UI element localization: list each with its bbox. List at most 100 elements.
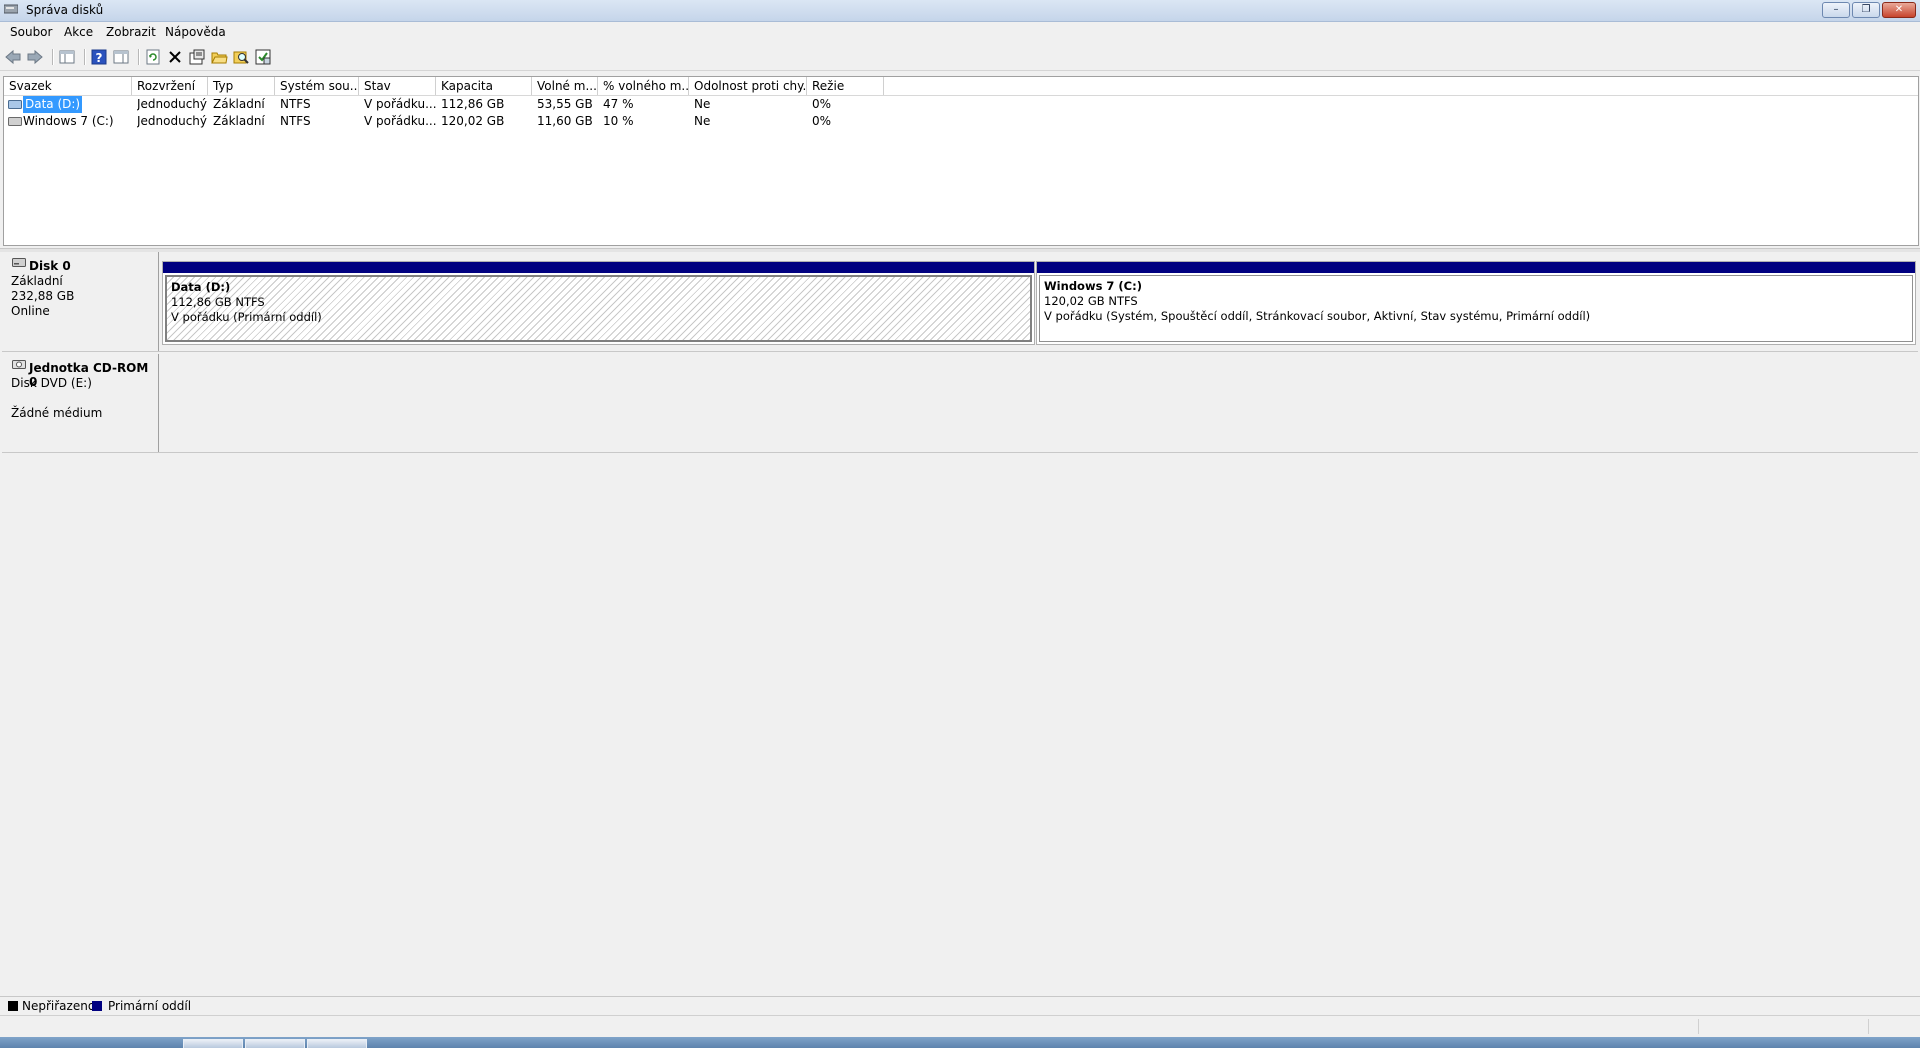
volume-list: Svazek Rozvržení Typ Systém sou... Stav … [3,76,1919,246]
cdrom-drive-icon [12,360,26,369]
partition-body: Data (D:) 112,86 GB NTFS V pořádku (Prim… [165,275,1032,342]
column-header-rozvrzeni[interactable]: Rozvržení [132,77,208,95]
taskbar-button[interactable] [183,1039,243,1048]
menu-soubor[interactable]: Soubor [10,25,52,39]
open-icon[interactable] [210,48,228,66]
svg-text:?: ? [96,51,103,65]
disk-type: Základní [11,274,63,288]
disk-label-cdrom0[interactable]: Jednotka CD-ROM 0 Disk DVD (E:) Žádné mé… [2,354,159,452]
volume-fault-tolerance: Ne [694,97,711,111]
volume-overhead: 0% [812,97,832,111]
settings-icon[interactable] [254,48,272,66]
legend-label-primary: Primární oddíl [108,999,192,1013]
title-bar: Správa disků – ❐ ✕ [0,0,1920,22]
menu-napoveda[interactable]: Nápověda [165,25,226,39]
disk-row-cdrom0: Jednotka CD-ROM 0 Disk DVD (E:) Žádné mé… [2,354,1918,453]
table-row[interactable]: Windows 7 (C:) Jednoduchý Základní NTFS … [4,113,1918,130]
status-pane [1868,1019,1869,1034]
column-header-procento-volneho[interactable]: % volného m... [598,77,689,95]
disk-name: Disk 0 [29,259,71,273]
column-header-typ[interactable]: Typ [208,77,275,95]
partition-data-d[interactable]: Data (D:) 112,86 GB NTFS V pořádku (Prim… [162,261,1035,345]
partition-size: 112,86 GB NTFS [171,295,265,309]
show-hide-icon[interactable] [112,48,130,66]
volume-type: Základní [213,114,265,128]
volume-overhead: 0% [812,114,832,128]
legend-label-unallocated: Nepřiřazeno [22,999,96,1013]
volume-filesystem: NTFS [280,114,311,128]
restore-button[interactable]: ❐ [1852,2,1880,18]
volume-layout: Jednoduchý [137,114,208,128]
partition-title: Windows 7 (C:) [1044,279,1142,293]
volume-name[interactable]: Data (D:) [23,96,83,113]
volume-type: Základní [213,97,265,111]
disk-state: Žádné médium [11,406,103,420]
column-header-volne-misto[interactable]: Volné m... [532,77,598,95]
explore-icon[interactable] [232,48,250,66]
forward-icon[interactable] [26,48,44,66]
legend-swatch-primary [92,1001,102,1011]
partition-size: 120,02 GB NTFS [1044,294,1138,308]
console-tree-icon[interactable] [58,48,76,66]
volume-fault-tolerance: Ne [694,114,711,128]
column-header-stav[interactable]: Stav [359,77,436,95]
properties-icon[interactable] [188,48,206,66]
disk-label-disk0[interactable]: Disk 0 Základní 232,88 GB Online [2,252,159,351]
volume-status: V pořádku... [364,97,437,111]
volume-capacity: 120,02 GB [441,114,505,128]
disk-row-disk0: Disk 0 Základní 232,88 GB Online Data (D… [2,252,1918,352]
delete-icon[interactable] [166,48,184,66]
volume-free-space: 11,60 GB [537,114,593,128]
menu-akce[interactable]: Akce [64,25,93,39]
volume-filesystem: NTFS [280,97,311,111]
volume-percent-free: 10 % [603,114,634,128]
volume-list-header: Svazek Rozvržení Typ Systém sou... Stav … [4,77,1918,96]
minimize-button[interactable]: – [1822,2,1850,18]
volume-layout: Jednoduchý [137,97,208,111]
toolbar-separator [138,49,140,65]
volume-icon [8,100,22,109]
legend-swatch-unallocated [8,1001,18,1011]
disk-management-app-icon [4,4,18,14]
disk-map: Disk 0 Základní 232,88 GB Online Data (D… [0,252,1920,996]
disk-size: 232,88 GB [11,289,75,303]
volume-name[interactable]: Windows 7 (C:) [23,113,114,130]
toolbar-separator [52,49,54,65]
column-header-odolnost[interactable]: Odolnost proti chy... [689,77,807,95]
close-button[interactable]: ✕ [1882,2,1916,18]
disk-type: Disk DVD (E:) [11,376,92,390]
volume-capacity: 112,86 GB [441,97,505,111]
menu-zobrazit[interactable]: Zobrazit [106,25,156,39]
partition-title: Data (D:) [171,280,231,294]
column-header-rezie[interactable]: Režie [807,77,884,95]
back-icon[interactable] [4,48,22,66]
column-header-svazek[interactable]: Svazek [4,77,132,95]
volume-status: V pořádku... [364,114,437,128]
column-header-kapacita[interactable]: Kapacita [436,77,532,95]
partition-body: Windows 7 (C:) 120,02 GB NTFS V pořádku … [1039,275,1913,342]
hard-disk-icon [12,258,26,267]
menu-bar: Soubor Akce Zobrazit Nápověda [0,22,1920,42]
table-row[interactable]: Data (D:) Jednoduchý Základní NTFS V poř… [4,96,1918,113]
window-title: Správa disků [26,3,104,17]
legend: Nepřiřazeno Primární oddíl [0,996,1920,1015]
column-header-system-souboru[interactable]: Systém sou... [275,77,359,95]
partition-status: V pořádku (Systém, Spouštěcí oddíl, Strá… [1044,309,1591,323]
partition-status: V pořádku (Primární oddíl) [171,310,322,324]
taskbar-button[interactable] [245,1039,305,1048]
refresh-icon[interactable] [144,48,162,66]
partition-windows7-c[interactable]: Windows 7 (C:) 120,02 GB NTFS V pořádku … [1036,261,1916,345]
primary-partition-bar [163,262,1034,273]
taskbar-button[interactable] [307,1039,367,1048]
toolbar-separator [84,49,86,65]
volume-free-space: 53,55 GB [537,97,593,111]
help-icon[interactable]: ? [90,48,108,66]
toolbar: ? [0,44,1920,71]
volume-icon [8,117,22,126]
disk-state: Online [11,304,50,318]
status-pane [1698,1019,1699,1034]
status-bar [0,1015,1920,1037]
volume-percent-free: 47 % [603,97,634,111]
taskbar [0,1037,1920,1048]
primary-partition-bar [1037,262,1915,273]
